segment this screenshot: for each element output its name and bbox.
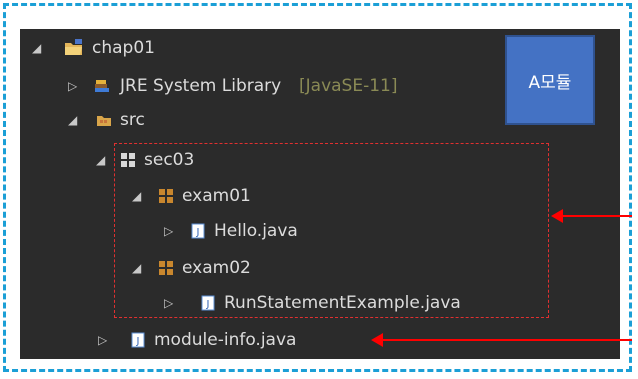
library-icon [95, 80, 109, 92]
expanded-arrow-icon[interactable]: ◢ [96, 145, 105, 175]
expanded-arrow-icon[interactable]: ◢ [68, 105, 77, 135]
svg-text:J: J [136, 336, 140, 347]
java-file-icon: J [131, 332, 145, 348]
pointer-arrow-head [551, 209, 563, 223]
tree-item-label: module-info.java [154, 330, 297, 350]
expanded-arrow-icon[interactable]: ◢ [32, 33, 41, 63]
tree-item-jre-system-library[interactable]: ▷ JRE System Library [JavaSE-11] [20, 71, 510, 101]
module-label: A모듈 [528, 72, 572, 93]
module-label-box: A모듈 [505, 35, 595, 125]
package-highlight-box [114, 143, 549, 318]
pointer-arrow-line [562, 215, 632, 217]
tree-item-label: src [120, 110, 145, 130]
tree-item-src[interactable]: ◢ src [20, 105, 500, 135]
collapsed-arrow-icon[interactable]: ▷ [98, 325, 107, 355]
tree-item-label: JRE System Library [120, 76, 282, 96]
jre-version-decoration: [JavaSE-11] [299, 76, 398, 96]
tree-item-label: chap01 [92, 38, 155, 58]
pointer-arrow-head [371, 333, 383, 347]
collapsed-arrow-icon[interactable]: ▷ [68, 71, 77, 101]
project-folder-icon [65, 39, 82, 55]
pointer-arrow-line [382, 339, 632, 341]
source-folder-icon [97, 116, 111, 126]
